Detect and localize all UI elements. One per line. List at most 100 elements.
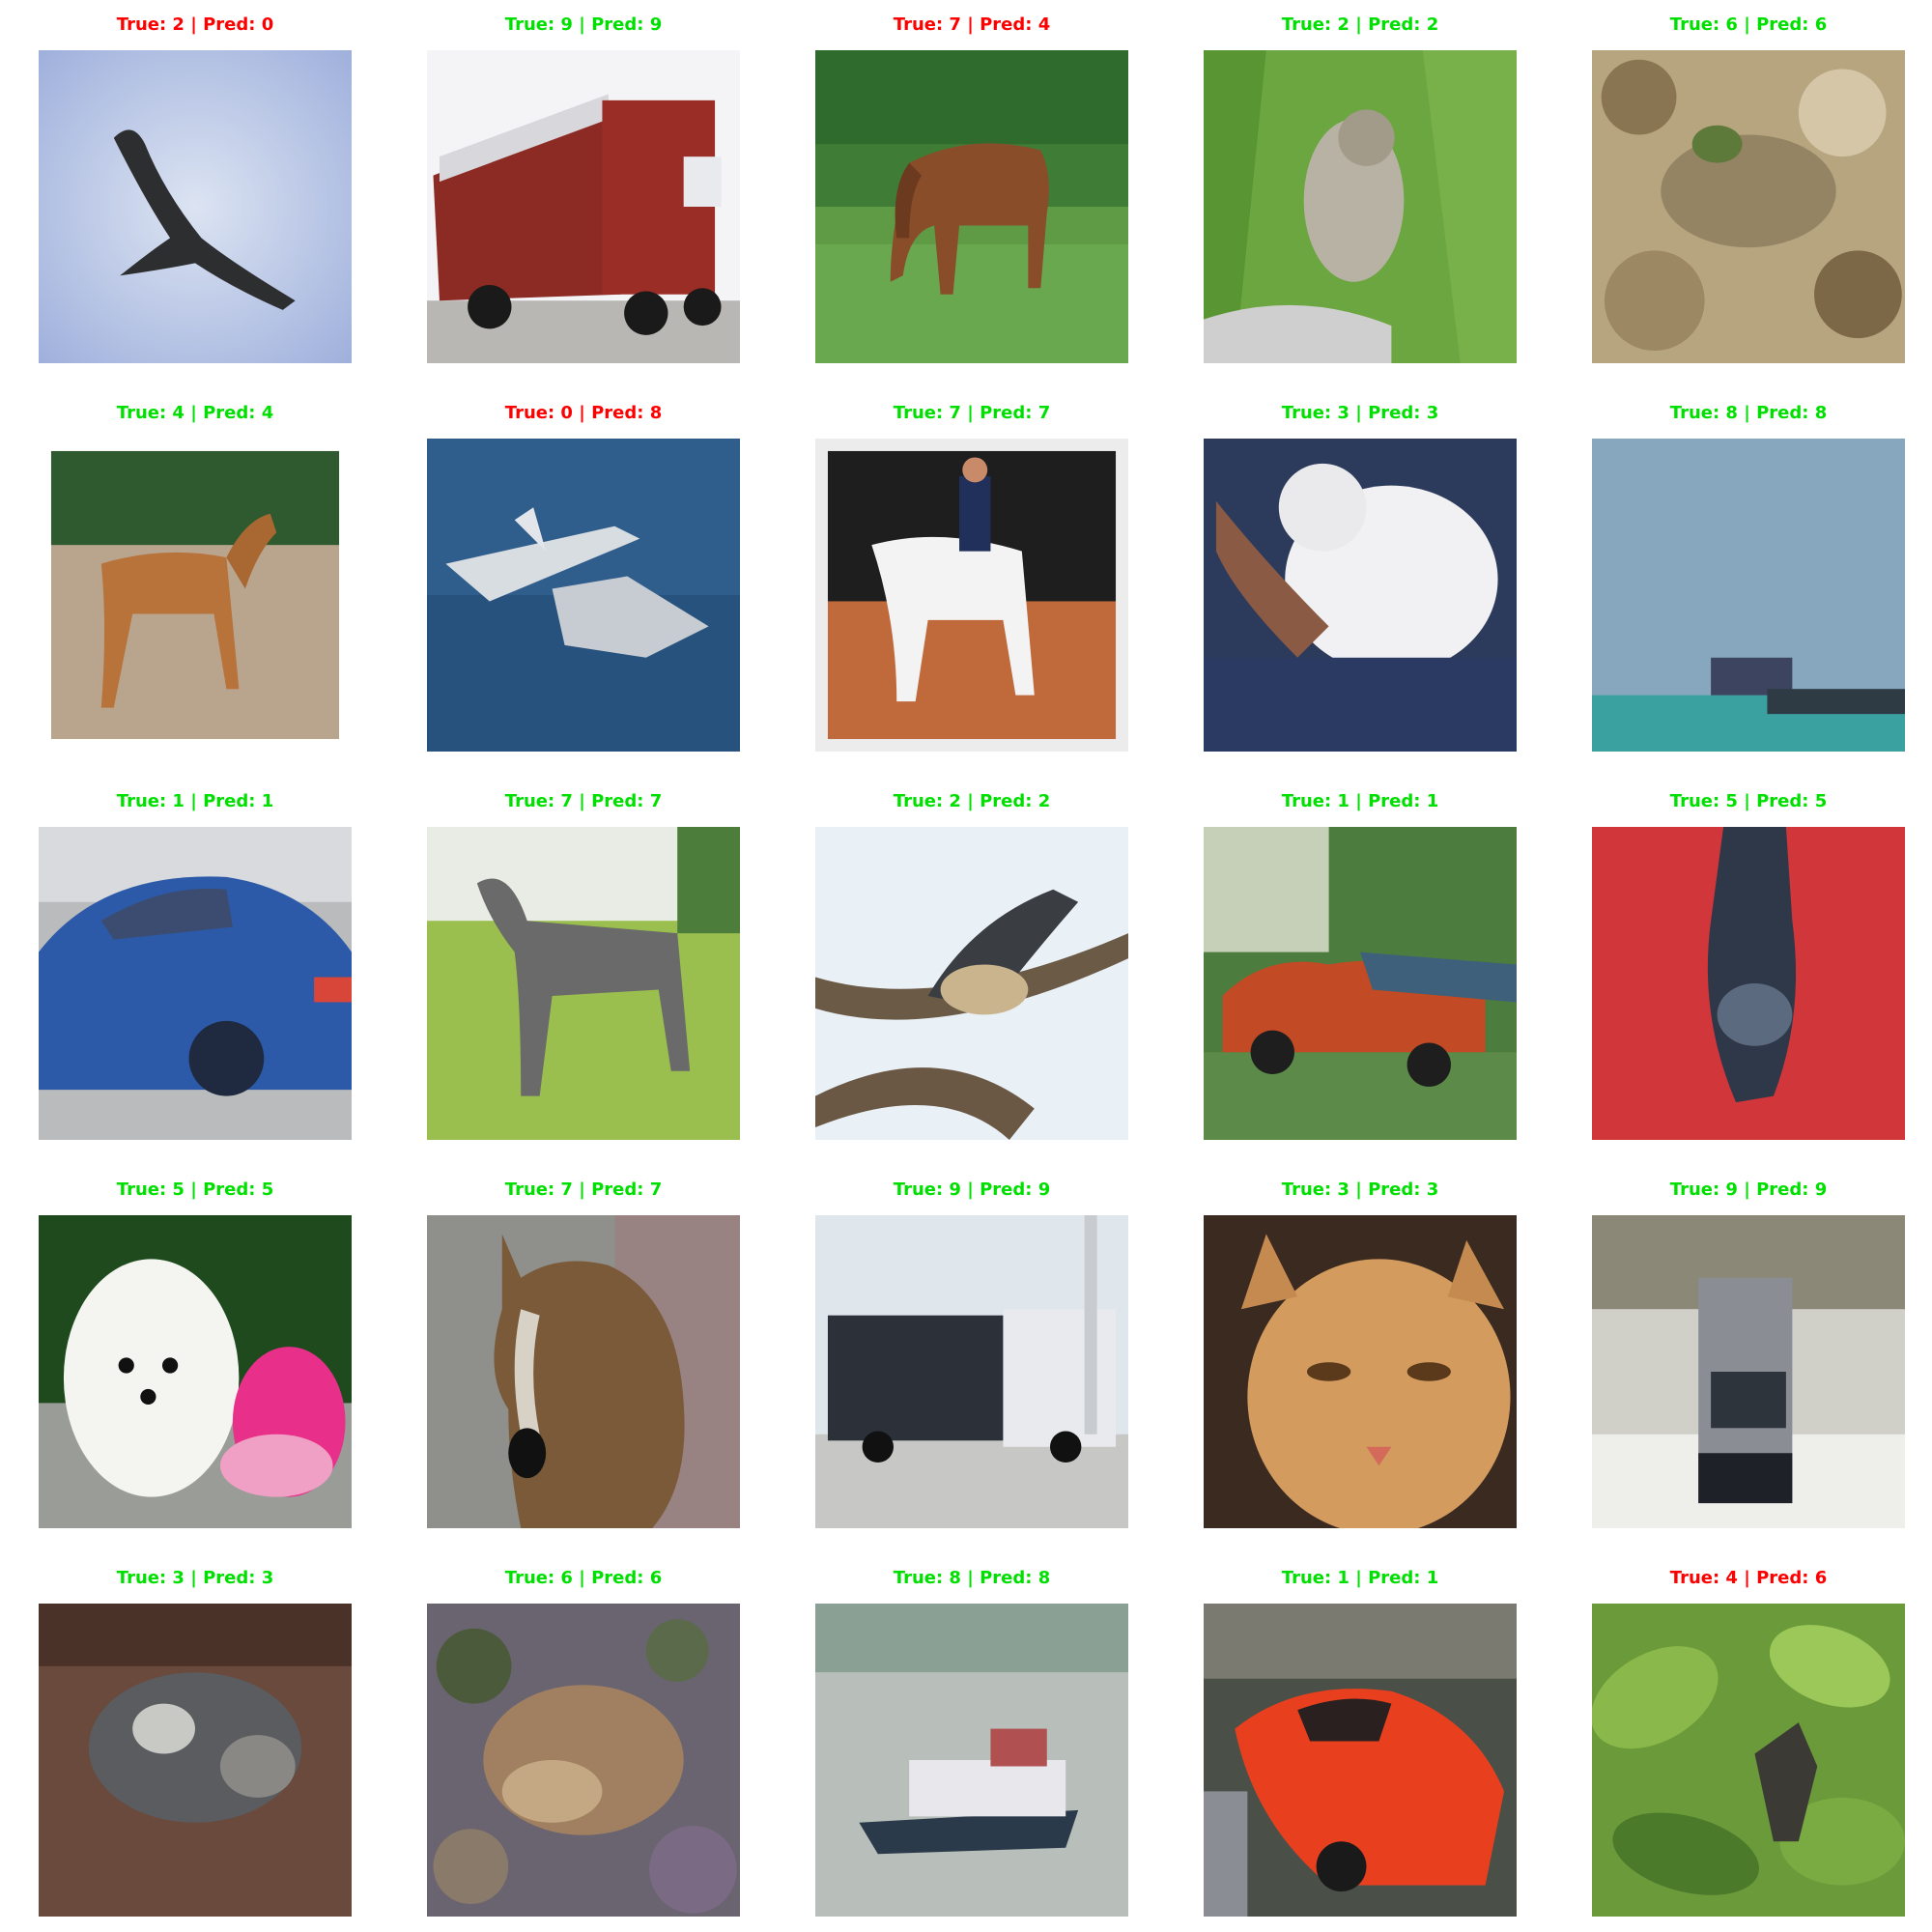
sample-label: True: 2 | Pred: 2 xyxy=(1281,14,1439,35)
sample-cell: True: 6 | Pred: 6 xyxy=(1592,0,1905,367)
sample-cell: True: 5 | Pred: 5 xyxy=(1592,777,1905,1144)
sample-image-svg xyxy=(815,827,1128,1140)
sample-cell: True: 6 | Pred: 6 xyxy=(427,1553,740,1920)
sample-image xyxy=(1204,439,1517,752)
sample-label: True: 1 | Pred: 1 xyxy=(1281,791,1439,811)
sample-label: True: 0 | Pred: 8 xyxy=(504,403,663,423)
sample-label: True: 6 | Pred: 6 xyxy=(504,1568,663,1588)
sample-image xyxy=(815,1604,1128,1917)
sample-label: True: 6 | Pred: 6 xyxy=(1669,14,1828,35)
sample-label: True: 4 | Pred: 6 xyxy=(1669,1568,1828,1588)
sample-label: True: 7 | Pred: 4 xyxy=(893,14,1051,35)
sample-image-svg xyxy=(427,827,740,1140)
sample-label: True: 9 | Pred: 9 xyxy=(893,1179,1051,1200)
sample-image xyxy=(815,50,1128,363)
sample-label: True: 3 | Pred: 3 xyxy=(1281,1179,1439,1200)
sample-cell: True: 8 | Pred: 8 xyxy=(1592,388,1905,755)
sample-image xyxy=(1592,50,1905,363)
sample-cell: True: 0 | Pred: 8 xyxy=(427,388,740,755)
sample-cell: True: 5 | Pred: 5 xyxy=(39,1165,352,1532)
sample-image-svg xyxy=(1204,827,1517,1140)
sample-label: True: 7 | Pred: 7 xyxy=(893,403,1051,423)
sample-cell: True: 2 | Pred: 2 xyxy=(815,777,1128,1144)
sample-cell: True: 4 | Pred: 6 xyxy=(1592,1553,1905,1920)
sample-image xyxy=(1204,1604,1517,1917)
sample-image xyxy=(427,50,740,363)
sample-image xyxy=(1204,827,1517,1140)
sample-label: True: 8 | Pred: 8 xyxy=(893,1568,1051,1588)
sample-label: True: 1 | Pred: 1 xyxy=(1281,1568,1439,1588)
sample-cell: True: 4 | Pred: 4 xyxy=(39,388,352,755)
sample-image-svg xyxy=(427,1604,740,1917)
sample-label: True: 3 | Pred: 3 xyxy=(116,1568,274,1588)
sample-image-svg xyxy=(39,439,352,752)
sample-label: True: 7 | Pred: 7 xyxy=(504,791,663,811)
sample-label: True: 2 | Pred: 0 xyxy=(116,14,274,35)
sample-cell: True: 2 | Pred: 2 xyxy=(1204,0,1517,367)
sample-image-svg xyxy=(1204,50,1517,363)
sample-cell: True: 7 | Pred: 7 xyxy=(427,777,740,1144)
sample-label: True: 4 | Pred: 4 xyxy=(116,403,274,423)
sample-image-svg xyxy=(1204,1604,1517,1917)
sample-cell: True: 9 | Pred: 9 xyxy=(815,1165,1128,1532)
sample-image xyxy=(815,439,1128,752)
sample-image xyxy=(1592,1215,1905,1528)
sample-image xyxy=(427,1215,740,1528)
sample-cell: True: 1 | Pred: 1 xyxy=(1204,777,1517,1144)
sample-image-svg xyxy=(39,50,352,363)
sample-image xyxy=(427,827,740,1140)
sample-image xyxy=(1204,1215,1517,1528)
sample-cell: True: 9 | Pred: 9 xyxy=(427,0,740,367)
sample-image-svg xyxy=(815,1215,1128,1528)
sample-image xyxy=(39,50,352,363)
sample-image xyxy=(39,439,352,752)
sample-image xyxy=(39,1215,352,1528)
sample-label: True: 7 | Pred: 7 xyxy=(504,1179,663,1200)
sample-image xyxy=(815,827,1128,1140)
sample-label: True: 8 | Pred: 8 xyxy=(1669,403,1828,423)
sample-image-svg xyxy=(1592,50,1905,363)
sample-image xyxy=(1592,1604,1905,1917)
sample-label: True: 9 | Pred: 9 xyxy=(1669,1179,1828,1200)
sample-cell: True: 3 | Pred: 3 xyxy=(1204,388,1517,755)
sample-cell: True: 7 | Pred: 4 xyxy=(815,0,1128,367)
sample-image xyxy=(1592,827,1905,1140)
sample-cell: True: 1 | Pred: 1 xyxy=(39,777,352,1144)
sample-image xyxy=(427,1604,740,1917)
sample-image-svg xyxy=(1204,1215,1517,1528)
sample-image-svg xyxy=(1592,1215,1905,1528)
sample-image-svg xyxy=(1592,1604,1905,1917)
sample-cell: True: 3 | Pred: 3 xyxy=(39,1553,352,1920)
prediction-grid: True: 2 | Pred: 0 True: 9 | Pred: 9 True… xyxy=(0,0,1932,1932)
sample-label: True: 5 | Pred: 5 xyxy=(116,1179,274,1200)
sample-label: True: 5 | Pred: 5 xyxy=(1669,791,1828,811)
sample-cell: True: 7 | Pred: 7 xyxy=(427,1165,740,1532)
sample-image-svg xyxy=(39,827,352,1140)
sample-image-svg xyxy=(427,439,740,752)
sample-image-svg xyxy=(39,1215,352,1528)
sample-image-svg xyxy=(1592,439,1905,752)
sample-cell: True: 2 | Pred: 0 xyxy=(39,0,352,367)
sample-image-svg xyxy=(1204,439,1517,752)
sample-image xyxy=(815,1215,1128,1528)
sample-cell: True: 3 | Pred: 3 xyxy=(1204,1165,1517,1532)
sample-image-svg xyxy=(427,50,740,363)
sample-image-svg xyxy=(39,1604,352,1917)
sample-image-svg xyxy=(815,1604,1128,1917)
sample-image xyxy=(39,827,352,1140)
sample-label: True: 2 | Pred: 2 xyxy=(893,791,1051,811)
sample-label: True: 1 | Pred: 1 xyxy=(116,791,274,811)
sample-image-svg xyxy=(427,1215,740,1528)
sample-image-svg xyxy=(815,439,1128,752)
sample-cell: True: 1 | Pred: 1 xyxy=(1204,1553,1517,1920)
sample-cell: True: 9 | Pred: 9 xyxy=(1592,1165,1905,1532)
sample-image-svg xyxy=(815,50,1128,363)
sample-image xyxy=(1592,439,1905,752)
sample-image xyxy=(1204,50,1517,363)
sample-label: True: 3 | Pred: 3 xyxy=(1281,403,1439,423)
sample-image-svg xyxy=(1592,827,1905,1140)
sample-label: True: 9 | Pred: 9 xyxy=(504,14,663,35)
sample-image xyxy=(39,1604,352,1917)
sample-cell: True: 7 | Pred: 7 xyxy=(815,388,1128,755)
sample-image xyxy=(427,439,740,752)
